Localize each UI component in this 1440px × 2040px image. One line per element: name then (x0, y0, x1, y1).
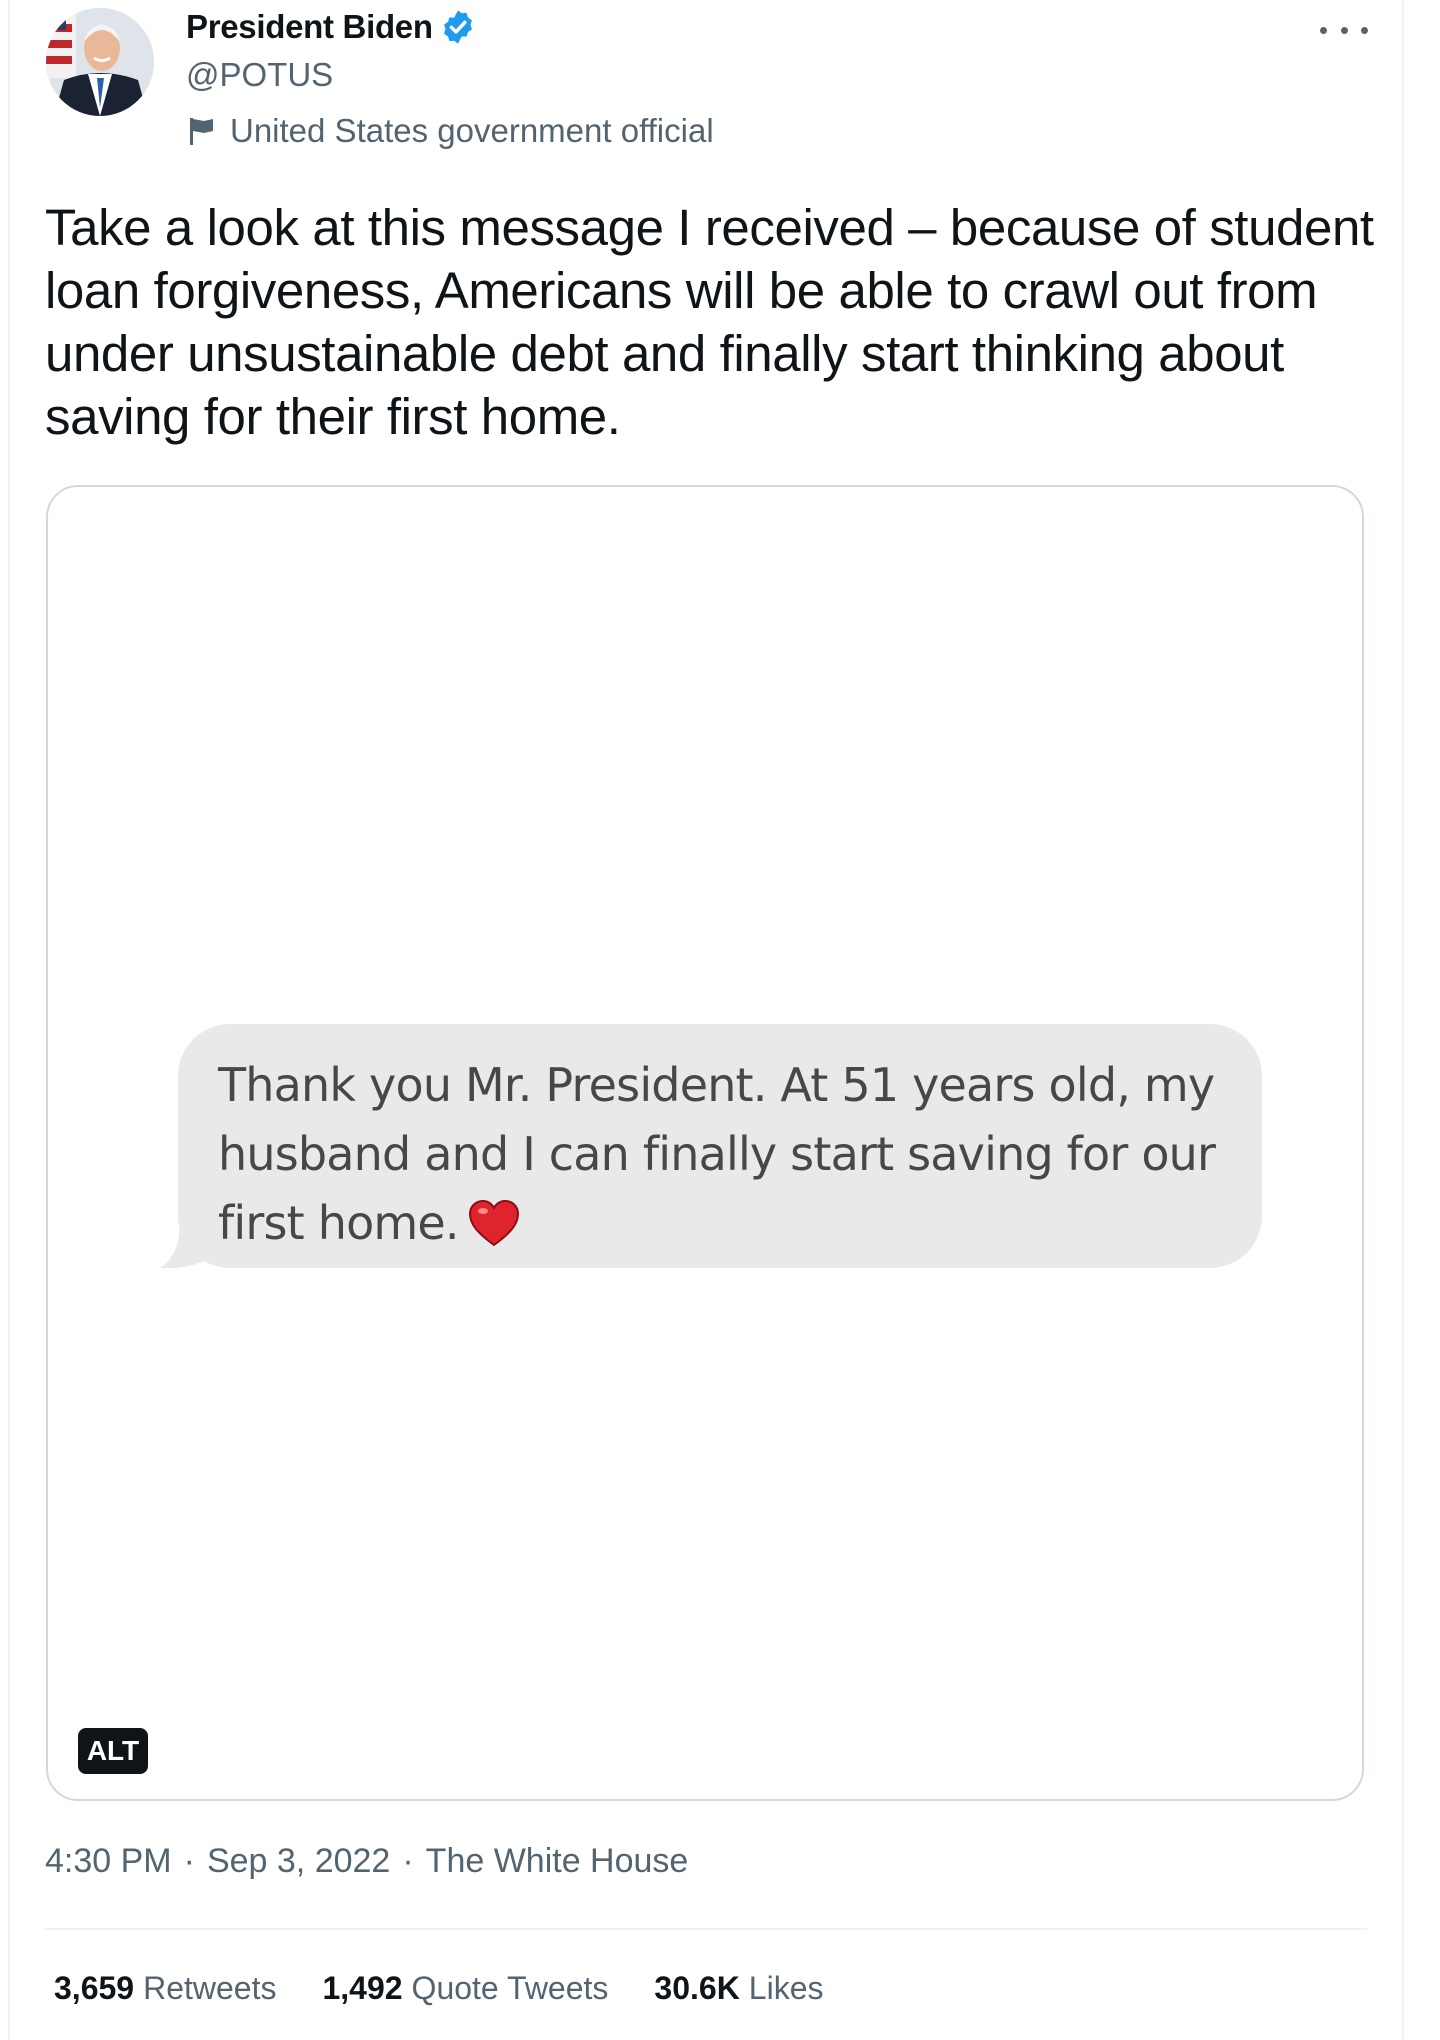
avatar[interactable] (46, 8, 154, 116)
divider (45, 1928, 1367, 1930)
retweets-label: Retweets (143, 1970, 277, 2006)
quote-tweets-label: Quote Tweets (411, 1970, 609, 2006)
author-handle[interactable]: @POTUS (186, 56, 333, 94)
tweet-stats: 3,659 Retweets 1,492 Quote Tweets 30.6K … (54, 1970, 870, 2007)
meta-separator: · (183, 1842, 195, 1880)
display-name[interactable]: President Biden (186, 8, 433, 46)
tweet-text: Take a look at this message I received –… (45, 199, 1374, 445)
government-label[interactable]: United States government official (188, 112, 714, 150)
meta-separator: · (402, 1842, 414, 1880)
alt-badge[interactable]: ALT (78, 1728, 148, 1774)
message-bubble: Thank you Mr. President. At 51 years old… (178, 1024, 1262, 1268)
left-border (8, 0, 10, 2040)
flag-icon (190, 118, 213, 145)
verified-badge-icon (443, 10, 472, 44)
retweets-count: 3,659 (54, 1970, 135, 2006)
government-label-text: United States government official (230, 112, 714, 149)
author-name-row[interactable]: President Biden (186, 8, 477, 46)
tweet-time[interactable]: 4:30 PM (45, 1842, 172, 1881)
retweets-stat[interactable]: 3,659 Retweets (54, 1970, 276, 2007)
avatar-image (46, 8, 154, 116)
quote-tweets-count: 1,492 (322, 1970, 403, 2006)
red-heart-emoji (468, 1199, 519, 1246)
message-text: Thank you Mr. President. At 51 years old… (218, 1058, 1216, 1250)
likes-label: Likes (748, 1970, 824, 2006)
likes-stat[interactable]: 30.6K Likes (654, 1970, 823, 2007)
more-options-button[interactable] (1320, 12, 1368, 48)
quote-tweets-stat[interactable]: 1,492 Quote Tweets (322, 1970, 608, 2007)
tweet-meta: 4:30 PM · Sep 3, 2022 · The White House (45, 1842, 688, 1881)
tweet-date[interactable]: Sep 3, 2022 (207, 1842, 390, 1881)
right-border (1402, 0, 1404, 2040)
more-horizontal-icon (1320, 26, 1327, 34)
likes-count: 30.6K (654, 1970, 740, 2006)
tweet-source[interactable]: The White House (426, 1842, 689, 1881)
